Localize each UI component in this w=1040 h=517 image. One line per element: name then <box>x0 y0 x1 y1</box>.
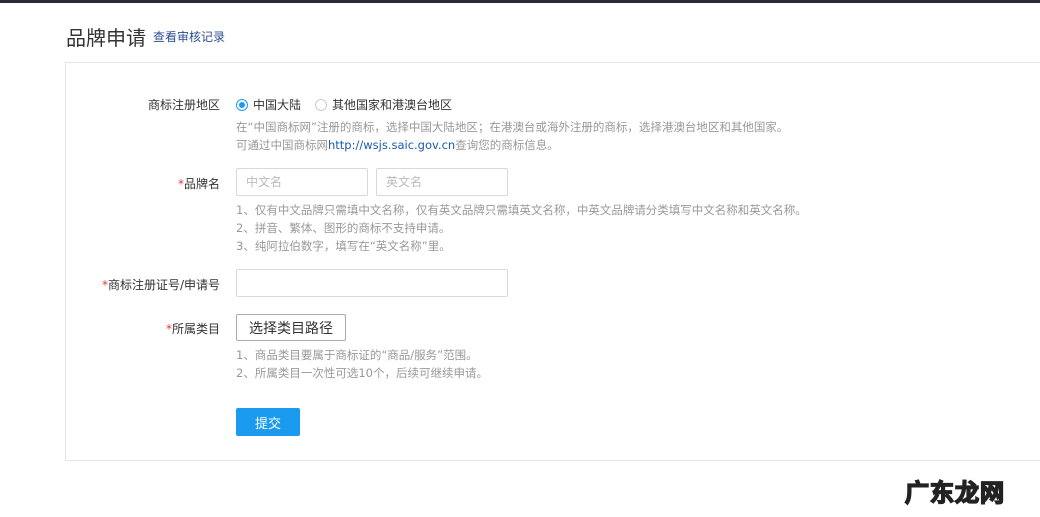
label-text: 所属类目 <box>171 322 220 336</box>
review-records-link[interactable]: 查看审核记录 <box>153 28 225 45</box>
radio-label: 其他国家和港澳台地区 <box>332 98 453 112</box>
watermark: 广东龙网 <box>904 478 1005 508</box>
radio-checked-icon <box>236 98 248 111</box>
select-category-button[interactable]: 选择类目路径 <box>236 314 346 341</box>
trademark-site-link[interactable]: http://wsjs.saic.gov.cn <box>328 138 455 152</box>
region-label: 商标注册地区 <box>147 98 220 112</box>
category-label: *所属类目 <box>166 320 220 337</box>
submit-button[interactable]: 提交 <box>236 408 300 436</box>
radio-china-mainland[interactable]: 中国大陆 <box>236 96 301 113</box>
radio-unchecked-icon <box>315 98 327 111</box>
help-text: 查询您的商标信息。 <box>455 138 559 152</box>
label-text: 品牌名 <box>183 177 220 191</box>
reg-no-input[interactable] <box>236 269 508 297</box>
top-bar <box>0 0 1040 3</box>
help-text: 可通过中国商标网 <box>236 138 328 152</box>
brand-help-2: 2、拼音、繁体、图形的商标不支持申请。 <box>236 221 451 235</box>
reg-no-label: *商标注册证号/申请号 <box>102 276 220 293</box>
radio-other-regions[interactable]: 其他国家和港澳台地区 <box>315 96 452 113</box>
radio-label: 中国大陆 <box>253 98 302 112</box>
category-help-2: 2、所属类目一次性可选10个，后续可继续申请。 <box>236 366 488 380</box>
brand-help-1: 1、仅有中文品牌只需填中文名称，仅有英文品牌只需填英文名称，中英文品牌请分类填写… <box>236 203 807 217</box>
region-help-1: 在“中国商标网”注册的商标，选择中国大陆地区；在港澳台或海外注册的商标，选择港澳… <box>236 120 789 134</box>
region-help-2: 可通过中国商标网http://wsjs.saic.gov.cn查询您的商标信息。 <box>236 137 559 153</box>
brand-en-input[interactable] <box>376 168 508 196</box>
label-text: 商标注册证号/申请号 <box>107 278 220 292</box>
brand-help-3: 3、纯阿拉伯数字，填写在“英文名称”里。 <box>236 239 451 253</box>
page-title: 品牌申请 <box>66 26 146 50</box>
brand-label: *品牌名 <box>178 175 220 192</box>
category-help-1: 1、商品类目要属于商标证的“商品/服务”范围。 <box>236 348 478 362</box>
brand-cn-input[interactable] <box>236 168 368 196</box>
